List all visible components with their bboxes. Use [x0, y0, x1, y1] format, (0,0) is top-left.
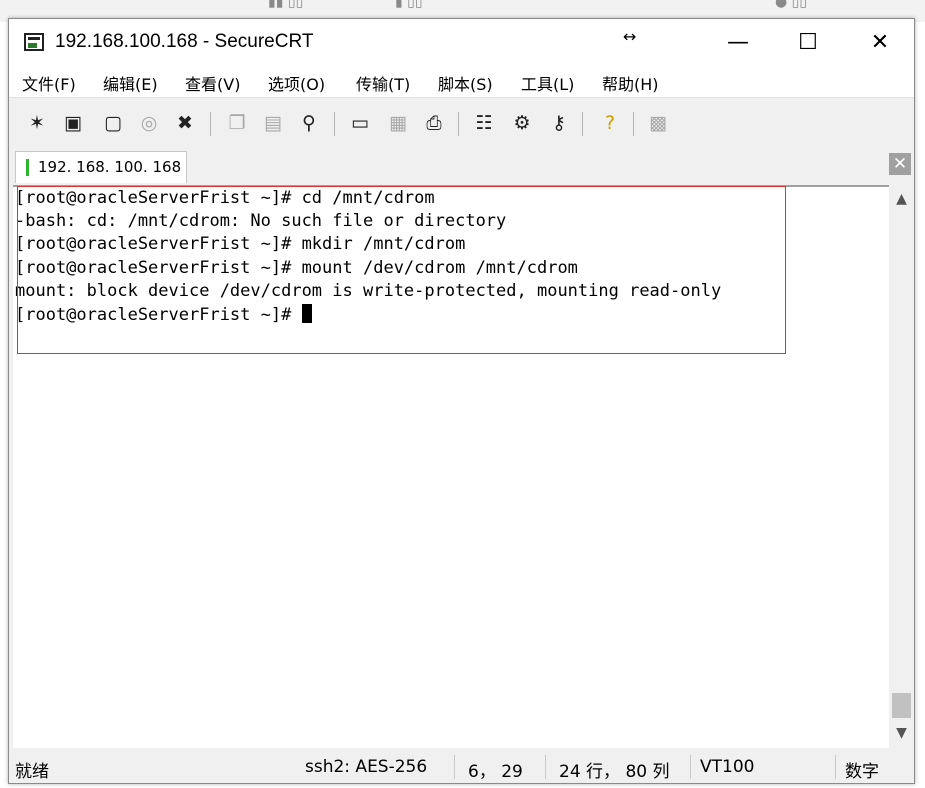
copy-icon[interactable]: ❐ — [224, 110, 250, 136]
toolbar-separator-4 — [582, 112, 583, 136]
connect-icon[interactable]: ▣ — [60, 110, 86, 136]
session-options-icon[interactable]: ☷ — [471, 110, 497, 136]
status-protocol: ssh2: AES-256 — [305, 757, 428, 777]
scroll-down-icon[interactable]: ▼ — [889, 721, 914, 745]
menu-help[interactable]: 帮助(H) — [602, 71, 659, 95]
highlight-box — [17, 186, 786, 354]
background-menu-fragment: ▮▮ ▯▯ — [268, 0, 304, 10]
tab-bar: 192. 168. 100. 168 ✕ — [9, 149, 914, 185]
menu-script[interactable]: 脚本(S) — [438, 71, 493, 95]
keymap-icon[interactable]: ⚷ — [546, 110, 572, 136]
background-menu-fragment-3: ● ▯▯ — [775, 0, 808, 10]
status-bar: 就绪 ssh2: AES-256 6， 29 24 行， 80 列 VT100 … — [9, 751, 914, 783]
status-numlock: 数字 — [845, 762, 879, 782]
sftp-icon[interactable]: ▩ — [645, 110, 671, 136]
session-tab[interactable]: 192. 168. 100. 168 — [15, 151, 187, 183]
scroll-thumb[interactable] — [892, 693, 911, 718]
menu-options[interactable]: 选项(O) — [268, 71, 325, 95]
status-emulation: VT100 — [700, 757, 755, 777]
reconnect-icon[interactable]: ◎ — [136, 110, 162, 136]
menu-file[interactable]: 文件(F) — [22, 71, 76, 95]
maximize-button[interactable]: ☐ — [773, 19, 843, 67]
securecrt-app-icon[interactable] — [24, 33, 44, 51]
toolbar-separator-5 — [633, 112, 634, 136]
scroll-up-icon[interactable]: ▲ — [889, 187, 914, 211]
background-menu-fragment-2: ▮ ▯▯ — [395, 0, 423, 10]
global-options-icon[interactable]: ⚙ — [509, 110, 535, 136]
print-setup-icon[interactable]: ▭ — [347, 110, 373, 136]
toolbar: ✶ ▣ ▢ ◎ ✖ ❐ ▤ ⚲ ▭ ▦ ⎙ ☷ ⚙ ⚷ ? ▩ — [9, 97, 914, 150]
print-selection-icon[interactable]: ▦ — [385, 110, 411, 136]
resize-cursor-icon: ↔ — [623, 27, 637, 46]
help-icon[interactable]: ? — [597, 110, 623, 136]
status-separator-4 — [835, 755, 836, 779]
connection-status-indicator — [26, 159, 29, 176]
status-cursor-position: 6， 29 — [468, 762, 523, 782]
paste-icon[interactable]: ▤ — [260, 110, 286, 136]
connect-in-tab-icon[interactable]: ▢ — [100, 110, 126, 136]
menu-transfer[interactable]: 传输(T) — [356, 71, 410, 95]
toolbar-separator-2 — [334, 112, 335, 136]
vertical-scrollbar[interactable]: ▲ ▼ — [889, 185, 914, 748]
print-icon[interactable]: ⎙ — [421, 110, 447, 136]
quick-connect-icon[interactable]: ✶ — [24, 110, 50, 136]
status-separator-3 — [690, 755, 691, 779]
close-button[interactable]: ✕ — [845, 19, 914, 67]
menu-edit[interactable]: 编辑(E) — [103, 71, 158, 95]
session-tab-label: 192. 168. 100. 168 — [38, 158, 182, 176]
status-separator — [454, 755, 455, 779]
status-terminal-size: 24 行， 80 列 — [559, 762, 670, 782]
status-separator-2 — [545, 755, 546, 779]
disconnect-icon[interactable]: ✖ — [172, 110, 198, 136]
toolbar-separator-3 — [458, 112, 459, 136]
toolbar-separator — [210, 112, 211, 136]
status-ready: 就绪 — [15, 762, 49, 782]
menu-tools[interactable]: 工具(L) — [521, 71, 574, 95]
securecrt-window: 192.168.100.168 - SecureCRT ↔ — ☐ ✕ 文件(F… — [8, 18, 915, 784]
close-tab-icon[interactable]: ✕ — [889, 153, 911, 175]
menu-bar: 文件(F) 编辑(E) 查看(V) 选项(O) 传输(T) 脚本(S) 工具(L… — [9, 67, 914, 97]
menu-view[interactable]: 查看(V) — [185, 71, 240, 95]
title-bar[interactable]: 192.168.100.168 - SecureCRT ↔ — ☐ ✕ — [9, 19, 914, 67]
find-icon[interactable]: ⚲ — [296, 110, 322, 136]
window-title: 192.168.100.168 - SecureCRT — [55, 31, 314, 52]
minimize-button[interactable]: — — [703, 19, 773, 67]
